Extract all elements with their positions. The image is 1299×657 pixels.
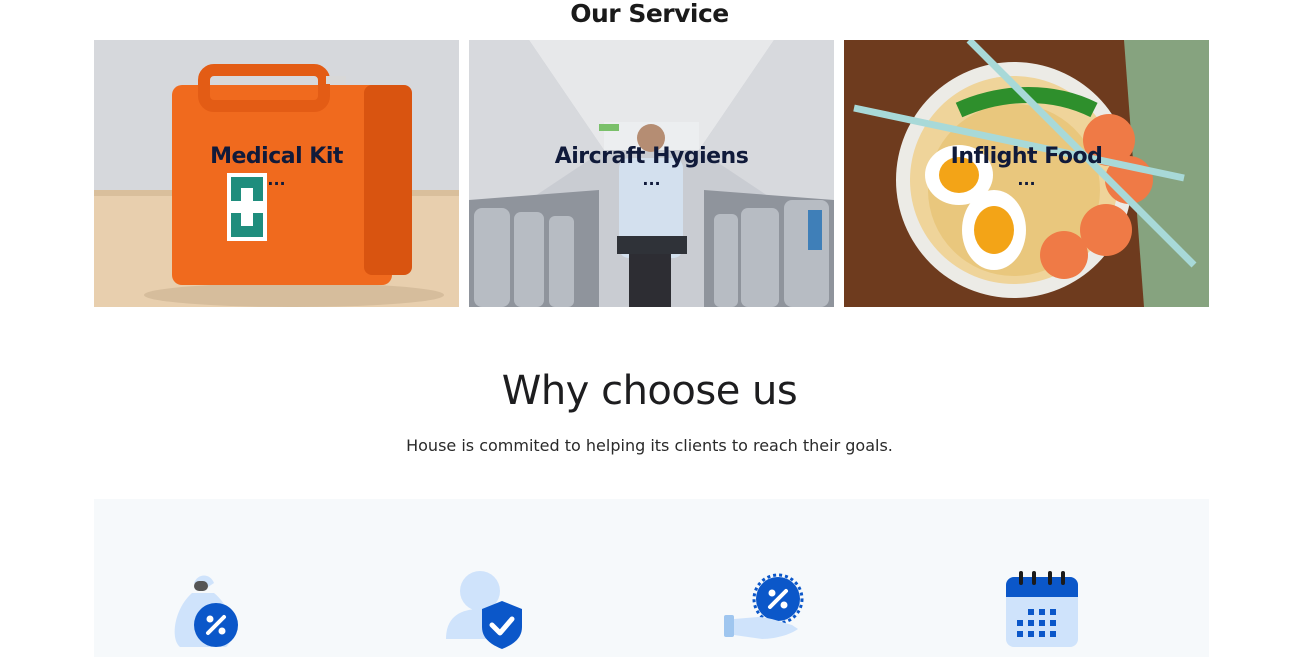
protected-user-icon	[446, 571, 522, 649]
card-dots: ...	[1017, 170, 1036, 189]
service-card-medical-kit[interactable]: Medical Kit ...	[94, 40, 459, 307]
card-dots: ...	[642, 170, 661, 189]
why-choose-us-subtitle: House is commited to helping its clients…	[406, 436, 893, 455]
features-panel	[94, 499, 1209, 657]
service-cards: Medical Kit ... Aircraft Hygiens ... Inf…	[94, 40, 1209, 307]
service-card-aircraft-hygiens[interactable]: Aircraft Hygiens ...	[469, 40, 834, 307]
calendar-icon	[1006, 571, 1078, 647]
discount-bag-icon	[174, 575, 238, 647]
service-card-inflight-food[interactable]: Inflight Food ...	[844, 40, 1209, 307]
card-dots: ...	[267, 170, 286, 189]
card-title: Inflight Food	[950, 144, 1103, 169]
why-choose-us-heading: Why choose us	[501, 368, 798, 414]
section-title-our-service: Our Service	[570, 0, 729, 28]
discount-offer-hand-icon	[724, 573, 804, 639]
card-title: Medical Kit	[210, 144, 343, 169]
card-title: Aircraft Hygiens	[554, 144, 749, 169]
